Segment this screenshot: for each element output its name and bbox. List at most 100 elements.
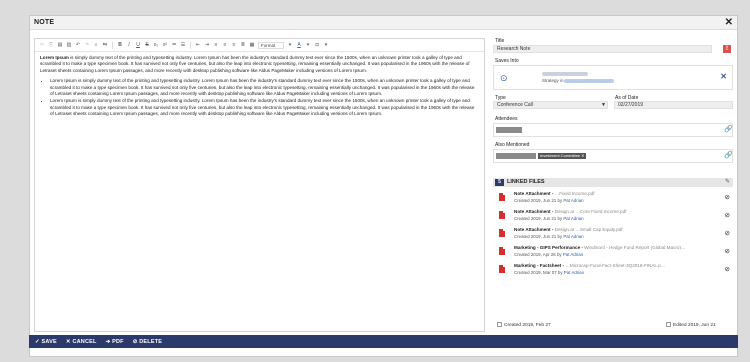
attendees-field[interactable]	[493, 123, 733, 137]
lead-bold-text: Lorem Ipsum	[40, 55, 69, 60]
cancel-button[interactable]: ✕ CANCEL	[66, 339, 97, 345]
chevron-down-icon[interactable]: ▾	[287, 42, 293, 48]
linked-files-title: LINKED FILES	[507, 179, 545, 185]
remove-icon[interactable]: ✕	[720, 72, 727, 81]
redacted-text	[542, 72, 588, 76]
linked-files-header: 5 LINKED FILES ✎	[493, 178, 733, 187]
as-of-date-input[interactable]: 02/27/2019	[614, 101, 733, 109]
attendee-tag[interactable]	[496, 127, 522, 133]
redacted-link	[564, 79, 614, 83]
saves-into-label: Saves Into	[495, 58, 519, 64]
replace-icon[interactable]: ⇆	[102, 42, 108, 48]
rich-text-editor[interactable]: ✂ ⎘ ▤ ▥ ↶ ↷ ⌕ ⇆ B I U S x₂ x² ≔ ☰ ⇤ ⇥ ≡ …	[34, 38, 485, 332]
pdf-button[interactable]: ➔ PDF	[106, 339, 124, 345]
dialog-titlebar: NOTE ✕	[30, 16, 737, 30]
find-icon[interactable]: ⌕	[93, 42, 99, 48]
file-name[interactable]: Note Attachment - …Fixed Income.pdf	[514, 191, 714, 196]
lead-text: is simply dummy text of the printing and…	[40, 55, 470, 73]
highlight-color-icon[interactable]: ◘	[314, 42, 320, 48]
file-name[interactable]: Note Attachment - Design.at …Small Cap E…	[514, 227, 714, 232]
created-info: Created 2019, Feb 27	[497, 322, 551, 328]
subscript-icon[interactable]: x₂	[153, 42, 159, 48]
linked-file-item[interactable]: Marketing - Factsheet - …Microcap-Fund-F…	[493, 262, 733, 279]
file-meta: Created 2019, Jun 21 by Pat Adrian	[514, 216, 584, 221]
delete-button[interactable]: ⊘ DELETE	[133, 339, 162, 345]
strikethrough-icon[interactable]: S	[144, 42, 150, 48]
file-name[interactable]: Note Attachment - Design.at …Core Fixed …	[514, 209, 714, 214]
align-right-icon[interactable]: ≡	[231, 42, 237, 48]
table-icon[interactable]: ▦	[249, 42, 255, 48]
attach-icon[interactable]: ✎	[725, 178, 730, 185]
alert-flag-icon[interactable]: !	[723, 45, 731, 53]
link-icon[interactable]: 🔗	[724, 125, 733, 133]
saves-into-field[interactable]: ⊙ Strategy in ✕	[493, 65, 733, 90]
type-select[interactable]: Conference Call	[493, 101, 608, 109]
cut-icon[interactable]: ✂	[39, 42, 45, 48]
linked-file-item[interactable]: Note Attachment - …Fixed Income.pdf Crea…	[493, 190, 733, 207]
undo-icon[interactable]: ↶	[75, 42, 81, 48]
paste-text-icon[interactable]: ▥	[66, 42, 72, 48]
also-mentioned-label: Also Mentioned	[495, 142, 530, 148]
note-dialog: NOTE ✕ ✂ ⎘ ▤ ▥ ↶ ↷ ⌕ ⇆ B I U S x₂ x² ≔ ☰…	[29, 15, 738, 357]
file-meta: Created 2019, Jun 21 by Pat Adrian	[514, 234, 584, 239]
linked-file-item[interactable]: Marketing - GIPS Performance - Windmont …	[493, 244, 733, 261]
unlink-icon[interactable]: ⊘	[725, 247, 730, 255]
save-button[interactable]: ✓ SAVE	[35, 339, 57, 345]
bold-icon[interactable]: B	[117, 42, 123, 48]
file-name[interactable]: Marketing - GIPS Performance - Windmont …	[514, 245, 714, 250]
dialog-title: NOTE	[34, 19, 55, 26]
mentioned-tag[interactable]: Investment Committee ✕	[538, 153, 587, 159]
saves-into-subtext: Strategy in	[542, 78, 564, 83]
target-icon: ⊙	[500, 73, 508, 83]
align-center-icon[interactable]: ≡	[222, 42, 228, 48]
calendar-icon	[497, 322, 502, 327]
outdent-icon[interactable]: ⇤	[195, 42, 201, 48]
document-body[interactable]: Lorem Ipsum is simply dummy text of the …	[40, 55, 479, 119]
file-name[interactable]: Marketing - Factsheet - …Microcap-Fund-F…	[514, 263, 714, 268]
pdf-icon	[499, 265, 505, 273]
text-color-icon[interactable]: A	[296, 42, 302, 48]
unlink-icon[interactable]: ⊘	[725, 229, 730, 237]
unlink-icon[interactable]: ⊘	[725, 265, 730, 273]
redo-icon[interactable]: ↷	[84, 42, 90, 48]
italic-icon[interactable]: I	[126, 42, 132, 48]
indent-icon[interactable]: ⇥	[204, 42, 210, 48]
align-left-icon[interactable]: ≡	[213, 42, 219, 48]
pdf-icon	[499, 193, 505, 201]
toolbar-divider	[112, 41, 113, 49]
copy-icon[interactable]: ⎘	[48, 42, 54, 48]
title-label: Title	[495, 38, 505, 44]
format-select[interactable]: Format	[258, 41, 284, 49]
unlink-icon[interactable]: ⊘	[725, 193, 730, 201]
close-icon[interactable]: ✕	[725, 17, 733, 28]
pdf-icon	[499, 229, 505, 237]
unlink-icon[interactable]: ⊘	[725, 211, 730, 219]
underline-icon[interactable]: U	[135, 42, 141, 48]
paste-icon[interactable]: ▤	[57, 42, 63, 48]
pdf-icon	[499, 247, 505, 255]
chevron-down-icon[interactable]: ▼	[601, 102, 606, 108]
bullet-list-icon[interactable]: ☰	[180, 42, 186, 48]
linked-files-count: 5	[495, 179, 504, 186]
mentioned-tag[interactable]	[496, 153, 536, 159]
file-meta: Created 2019, Mar 07 by Pat Adrian	[514, 270, 585, 275]
title-input[interactable]: Research Note	[493, 45, 712, 53]
link-icon[interactable]: 🔗	[724, 151, 733, 159]
edited-info: Edited 2019, Jun 21	[666, 322, 716, 328]
bullet-list: Lorem Ipsum is simply dummy text of the …	[50, 78, 479, 117]
linked-file-item[interactable]: Note Attachment - Design.at …Small Cap E…	[493, 226, 733, 243]
file-meta: Created 2019, Jun 21 by Pat Adrian	[514, 198, 584, 203]
numbered-list-icon[interactable]: ≔	[171, 42, 177, 48]
list-item: Lorem Ipsum is simply dummy text of the …	[50, 98, 479, 117]
chevron-down-icon[interactable]: ▾	[323, 42, 329, 48]
paragraph: Lorem Ipsum is simply dummy text of the …	[40, 55, 479, 74]
also-mentioned-field[interactable]: Investment Committee ✕	[493, 149, 733, 163]
superscript-icon[interactable]: x²	[162, 42, 168, 48]
file-meta: Created 2019, Apr 25 by Pat Adrian	[514, 252, 584, 257]
justify-icon[interactable]: ≣	[240, 42, 246, 48]
pdf-icon	[499, 211, 505, 219]
chevron-down-icon[interactable]: ▾	[305, 42, 311, 48]
action-bar: ✓ SAVE ✕ CANCEL ➔ PDF ⊘ DELETE	[29, 335, 738, 348]
editor-toolbar: ✂ ⎘ ▤ ▥ ↶ ↷ ⌕ ⇆ B I U S x₂ x² ≔ ☰ ⇤ ⇥ ≡ …	[35, 39, 484, 52]
linked-file-item[interactable]: Note Attachment - Design.at …Core Fixed …	[493, 208, 733, 225]
